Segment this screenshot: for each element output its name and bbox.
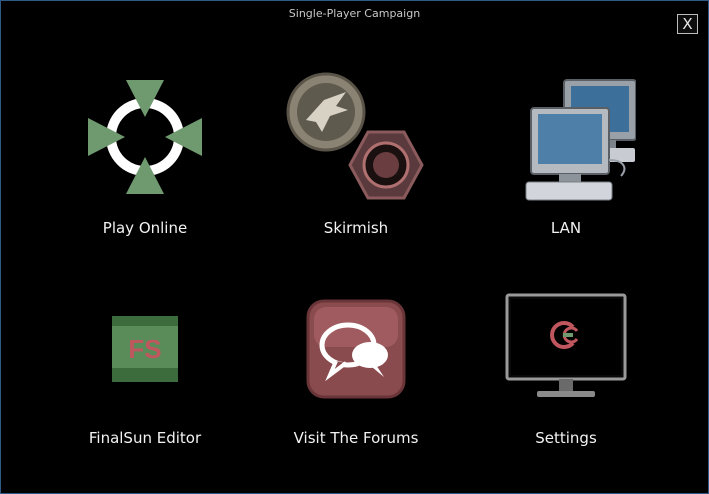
main-window: Single-Player Campaign X Play Online Ski… xyxy=(0,0,709,494)
window-title: Single-Player Campaign xyxy=(288,7,421,20)
networked-computers-icon xyxy=(466,67,666,207)
monitor-settings-icon xyxy=(466,279,666,419)
play-online-button[interactable]: Play Online xyxy=(45,67,245,257)
finalsun-editor-label: FinalSun Editor xyxy=(88,429,202,447)
close-button[interactable]: X xyxy=(677,14,698,34)
skirmish-button[interactable]: Skirmish xyxy=(256,67,456,257)
lan-button[interactable]: LAN xyxy=(466,67,666,257)
visit-forums-label: Visit The Forums xyxy=(293,429,419,447)
settings-button[interactable]: Settings xyxy=(466,279,666,469)
fs-logo-text: FS xyxy=(128,334,161,364)
play-online-label: Play Online xyxy=(102,219,188,237)
settings-label: Settings xyxy=(535,429,597,447)
faction-emblems-icon xyxy=(256,67,456,207)
visit-forums-button[interactable]: Visit The Forums xyxy=(256,279,456,469)
lan-label: LAN xyxy=(550,219,582,237)
crosshair-arrows-icon xyxy=(45,67,245,207)
skirmish-label: Skirmish xyxy=(323,219,389,237)
chat-bubbles-icon xyxy=(256,279,456,419)
finalsun-editor-button[interactable]: FS FinalSun Editor xyxy=(45,279,245,469)
fs-logo-icon: FS xyxy=(45,279,245,419)
